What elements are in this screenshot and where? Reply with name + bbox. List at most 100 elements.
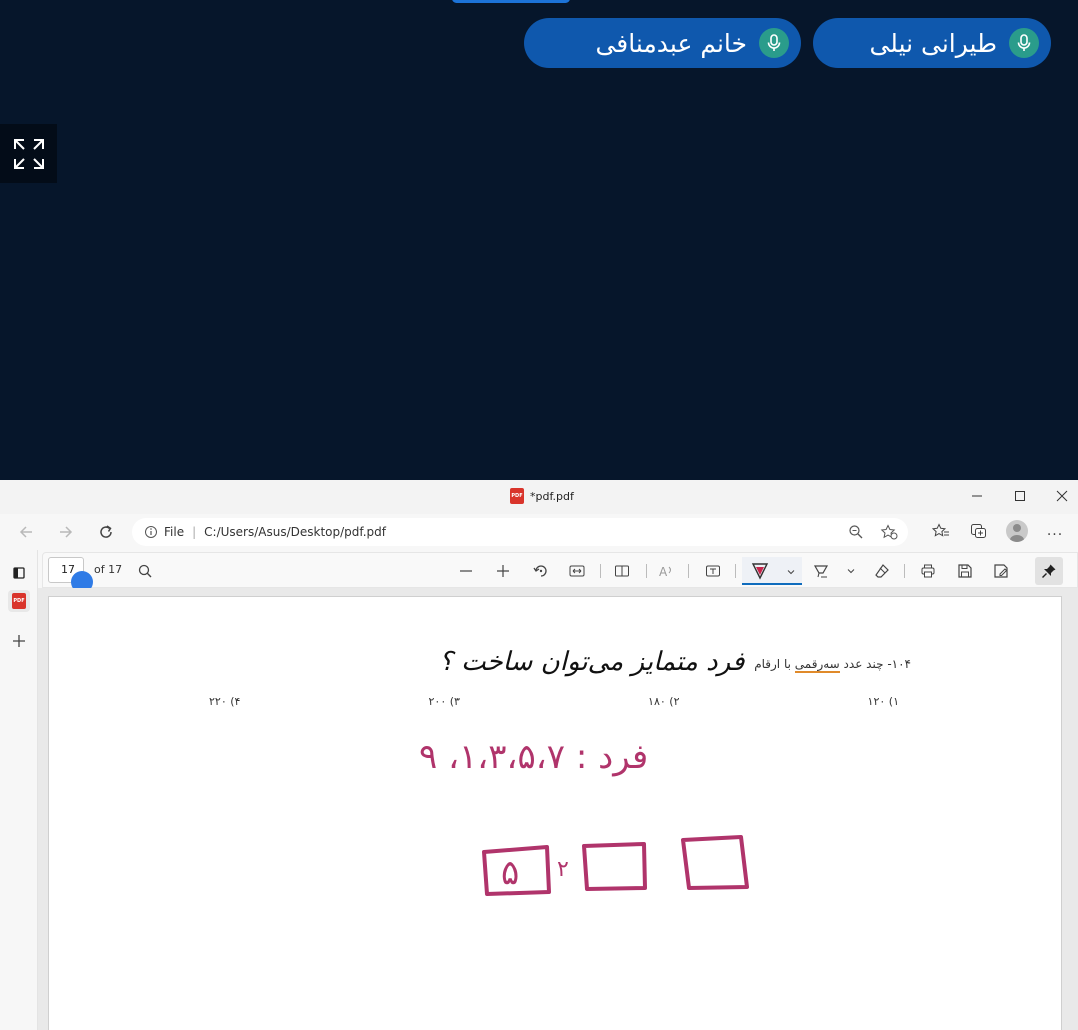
add-favorite-icon[interactable]: [880, 524, 898, 540]
expand-icon: [13, 138, 44, 169]
participant-pill-1[interactable]: طیرانی نیلی: [813, 18, 1051, 68]
answer-option: ۱) ۱۲۰: [867, 695, 899, 708]
ink-box-digit: ۵: [501, 853, 519, 893]
eraser-icon: [875, 564, 889, 578]
chevron-down-icon: [787, 570, 795, 575]
fullscreen-button[interactable]: [0, 124, 57, 183]
page-total: of 17: [94, 563, 123, 576]
rotate-icon: [533, 565, 547, 577]
printer-icon: [921, 564, 935, 578]
search-icon: [138, 564, 152, 578]
minimize-button[interactable]: [962, 486, 992, 506]
page-view-button[interactable]: [610, 559, 634, 583]
title-bar: PDF *pdf.pdf: [0, 480, 1078, 514]
zoom-in-button[interactable]: [491, 559, 515, 583]
plus-icon: [497, 565, 509, 577]
fit-width-icon: [569, 565, 585, 577]
url-separator: |: [192, 525, 197, 539]
pin-icon: [1042, 564, 1056, 578]
sidebar: PDF: [0, 550, 38, 1030]
save-as-button[interactable]: [989, 559, 1013, 583]
tab-pdf[interactable]: PDF: [8, 590, 30, 612]
svg-text:A: A: [659, 565, 668, 578]
answer-option: ۲) ۱۸۰: [648, 695, 680, 708]
rotate-button[interactable]: [529, 559, 553, 583]
participant-pill-2[interactable]: خانم عبدمنافی: [524, 18, 801, 68]
microphone-icon: [759, 28, 789, 58]
url-field[interactable]: File | C:/Users/Asus/Desktop/pdf.pdf: [132, 518, 908, 546]
window-title: PDF *pdf.pdf: [510, 488, 574, 504]
answer-options: ۱) ۱۲۰ ۲) ۱۸۰ ۳) ۲۰۰ ۴) ۲۲۰: [209, 695, 899, 708]
save-as-icon: [994, 564, 1008, 578]
profile-avatar[interactable]: [1006, 520, 1028, 542]
ink-annotation-boxes: ۵ ۲: [479, 832, 809, 902]
participant-name: خانم عبدمنافی: [595, 28, 747, 58]
pin-toolbar-button[interactable]: [1035, 557, 1063, 585]
ink-box-digit2: ۲: [557, 857, 569, 882]
tabs-icon: [13, 567, 25, 579]
minimize-icon: [972, 495, 982, 497]
maximize-button[interactable]: [1005, 486, 1035, 506]
favorites-icon: [932, 523, 949, 537]
find-button[interactable]: [133, 559, 157, 583]
ink-box: [582, 842, 647, 891]
toolbar-divider: [904, 564, 905, 578]
ink-box: [681, 835, 749, 890]
toolbar-divider: [688, 564, 689, 578]
ink-annotation-odd-digits: فرد : ۱،۳،۵،۷، ۹: [419, 737, 649, 777]
text-box-icon: [706, 565, 720, 577]
plus-icon: [13, 635, 25, 647]
question-suffix: با ارقام: [754, 657, 795, 671]
print-button[interactable]: [916, 559, 940, 583]
close-button[interactable]: [1047, 486, 1077, 506]
info-icon: [145, 526, 157, 538]
more-button[interactable]: ...: [1044, 520, 1066, 542]
question-text: ۱۰۴- چند عدد سه‌رقمی با ارقام: [754, 657, 911, 673]
answer-option: ۴) ۲۲۰: [209, 695, 241, 708]
pdf-page: ۱۰۴- چند عدد سه‌رقمی با ارقام ۱) ۱۲۰ ۲) …: [48, 596, 1062, 1030]
back-button[interactable]: [14, 520, 38, 544]
read-aloud-button[interactable]: A: [654, 559, 678, 583]
zoom-out-button[interactable]: [454, 559, 478, 583]
microphone-icon: [1009, 28, 1039, 58]
draw-pen-icon: [751, 563, 769, 580]
highlight-options-button[interactable]: [839, 559, 863, 583]
add-text-button[interactable]: [701, 559, 725, 583]
pdf-file-icon: PDF: [12, 593, 26, 609]
pdf-file-icon: PDF: [510, 488, 524, 504]
forward-button[interactable]: [54, 520, 78, 544]
erase-button[interactable]: [870, 559, 894, 583]
top-toolbar-edge[interactable]: [452, 0, 570, 3]
tab-actions-button[interactable]: [8, 562, 30, 584]
document-viewport[interactable]: ۱۰۴- چند عدد سه‌رقمی با ارقام ۱) ۱۲۰ ۲) …: [38, 588, 1078, 1030]
save-button[interactable]: [953, 559, 977, 583]
chevron-down-icon: [847, 569, 855, 574]
draw-button[interactable]: [742, 557, 802, 585]
toolbar-divider: [735, 564, 736, 578]
page-view-icon: [615, 565, 629, 577]
new-tab-button[interactable]: [8, 630, 30, 652]
person-icon: [1010, 524, 1024, 542]
url-scheme-label: File: [164, 525, 185, 539]
close-icon: [1056, 490, 1068, 502]
fit-width-button[interactable]: [565, 559, 589, 583]
arrow-right-icon: [60, 526, 73, 538]
save-icon: [958, 564, 972, 578]
collections-icon: [971, 524, 986, 538]
minus-icon: [460, 570, 472, 572]
screen: طیرانی نیلی خانم عبدمنافی PDF *pdf.pdf F…: [0, 0, 1078, 1030]
question-underlined-word: سه‌رقمی: [794, 657, 840, 673]
answer-option: ۳) ۲۰۰: [428, 695, 460, 708]
meeting-view: طیرانی نیلی خانم عبدمنافی: [0, 0, 1078, 480]
url-text: C:/Users/Asus/Desktop/pdf.pdf: [204, 525, 387, 539]
highlight-button[interactable]: [809, 559, 833, 583]
read-aloud-icon: A: [659, 565, 671, 578]
participant-name: طیرانی نیلی: [869, 28, 997, 58]
address-bar: File | C:/Users/Asus/Desktop/pdf.pdf ...: [0, 514, 1078, 550]
refresh-button[interactable]: [94, 520, 118, 544]
toolbar-divider: [646, 564, 647, 578]
zoom-icon[interactable]: [848, 524, 864, 540]
collections-button[interactable]: [968, 520, 990, 542]
favorites-button[interactable]: [930, 520, 952, 542]
highlighter-icon: [813, 565, 829, 578]
